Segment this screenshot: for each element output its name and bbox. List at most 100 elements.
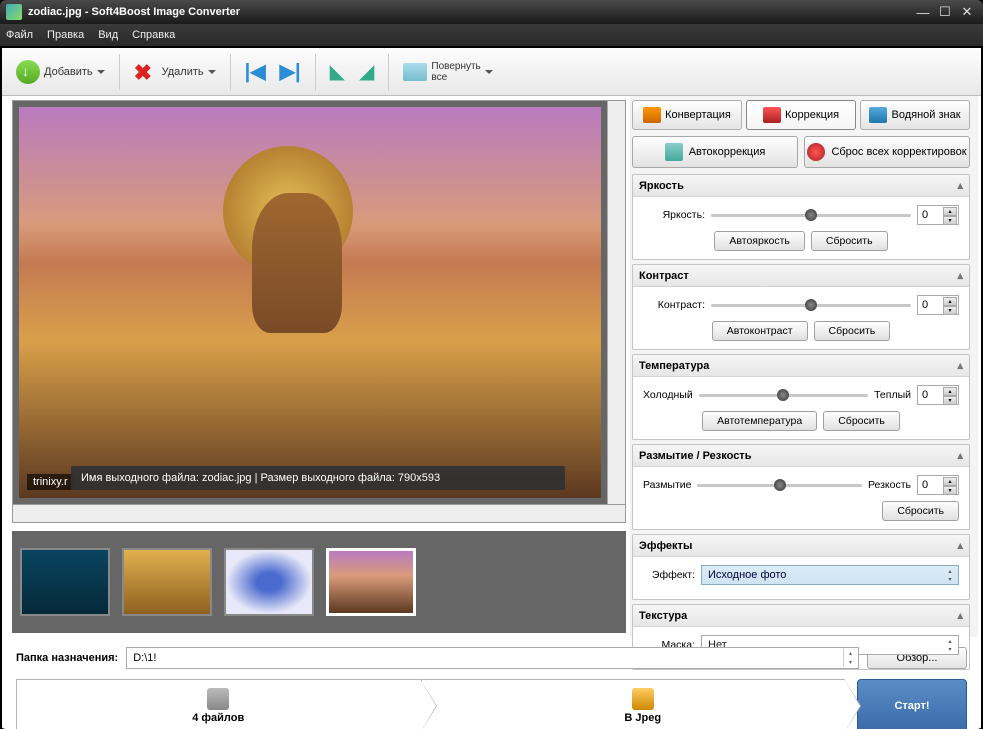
delete-button[interactable]: ✖ Удалить bbox=[130, 56, 220, 88]
auto-temperature-button[interactable]: Автотемпература bbox=[702, 411, 817, 431]
menu-help[interactable]: Справка bbox=[132, 29, 175, 41]
panel-title: Эффекты bbox=[639, 540, 692, 552]
panel-title: Текстура bbox=[639, 610, 687, 622]
folder-icon bbox=[403, 63, 427, 81]
reset-brightness-button[interactable]: Сбросить bbox=[811, 231, 888, 251]
wizard-files-step[interactable]: 4 файлов bbox=[16, 679, 421, 729]
delete-icon: ✖ bbox=[134, 60, 158, 84]
nav-first-button[interactable]: |◀ bbox=[241, 55, 270, 88]
wizard-format-step[interactable]: В Jpeg bbox=[421, 679, 846, 729]
start-button[interactable]: Старт! bbox=[857, 679, 967, 729]
toolbar: Добавить ✖ Удалить |◀ ▶| ◣ ◢ Повернуть в… bbox=[2, 48, 981, 96]
collapse-icon[interactable]: ▴ bbox=[957, 609, 963, 622]
tab-convert[interactable]: Конвертация bbox=[632, 100, 742, 130]
convert-icon bbox=[643, 107, 661, 123]
reset-all-button[interactable]: Сброс всех корректировок bbox=[804, 136, 970, 168]
reset-icon bbox=[807, 143, 825, 161]
sharp-label: Резкость bbox=[868, 479, 911, 491]
destination-value: D:\1! bbox=[133, 652, 156, 664]
files-label: 4 файлов bbox=[192, 712, 244, 724]
brightness-label: Яркость: bbox=[643, 209, 705, 221]
preview-area: trinixy.r Имя выходного файла: zodiac.jp… bbox=[12, 100, 626, 505]
preview-image[interactable]: trinixy.r bbox=[19, 107, 601, 498]
reset-temperature-button[interactable]: Сбросить bbox=[823, 411, 900, 431]
flip-right-button[interactable]: ◢ bbox=[355, 55, 378, 88]
panel-title: Яркость bbox=[639, 180, 684, 192]
watermark-icon bbox=[869, 107, 887, 123]
panel-title: Размытие / Резкость bbox=[639, 450, 751, 462]
delete-label: Удалить bbox=[162, 66, 204, 78]
collapse-icon[interactable]: ▴ bbox=[957, 179, 963, 192]
add-icon bbox=[16, 60, 40, 84]
rotate-all-button[interactable]: Повернуть все bbox=[399, 57, 496, 87]
brightness-value[interactable]: 0▴▾ bbox=[917, 205, 959, 225]
panel-title: Контраст bbox=[639, 270, 689, 282]
collapse-icon[interactable]: ▴ bbox=[957, 359, 963, 372]
temperature-slider[interactable] bbox=[699, 387, 868, 403]
collapse-icon[interactable]: ▴ bbox=[957, 269, 963, 282]
preview-vscrollbar[interactable] bbox=[607, 101, 625, 504]
menu-view[interactable]: Вид bbox=[98, 29, 118, 41]
tab-label: Конвертация bbox=[665, 109, 731, 121]
contrast-value[interactable]: 0▴▾ bbox=[917, 295, 959, 315]
image-watermark: trinixy.r bbox=[27, 474, 74, 490]
autocorrect-button[interactable]: Автокоррекция bbox=[632, 136, 798, 168]
menu-file[interactable]: Файл bbox=[6, 29, 33, 41]
add-label: Добавить bbox=[44, 66, 93, 78]
thumbnail-selected[interactable] bbox=[326, 548, 416, 616]
blur-label: Размытие bbox=[643, 479, 691, 491]
flip-left-button[interactable]: ◣ bbox=[326, 55, 349, 88]
nav-last-button[interactable]: ▶| bbox=[276, 55, 305, 88]
select-value: Исходное фото bbox=[708, 569, 786, 581]
maximize-button[interactable]: ☐ bbox=[935, 4, 955, 20]
bottom-bar: Папка назначения: D:\1!▴▾ Обзор... 4 фай… bbox=[2, 637, 981, 729]
contrast-label: Контраст: bbox=[643, 299, 705, 311]
btn-label: Автокоррекция bbox=[689, 147, 766, 158]
reset-blur-button[interactable]: Сбросить bbox=[882, 501, 959, 521]
close-button[interactable]: ✕ bbox=[957, 4, 977, 20]
collapse-icon[interactable]: ▴ bbox=[957, 449, 963, 462]
temperature-value[interactable]: 0▴▾ bbox=[917, 385, 959, 405]
reset-contrast-button[interactable]: Сбросить bbox=[814, 321, 891, 341]
tab-label: Коррекция bbox=[785, 109, 839, 121]
nav-last-icon: ▶| bbox=[280, 59, 301, 84]
destination-input[interactable]: D:\1!▴▾ bbox=[126, 647, 859, 669]
contrast-slider[interactable] bbox=[711, 297, 911, 313]
cold-label: Холодный bbox=[643, 389, 693, 401]
effect-label: Эффект: bbox=[643, 569, 695, 581]
tab-watermark[interactable]: Водяной знак bbox=[860, 100, 970, 130]
effect-select[interactable]: Исходное фото▴▾ bbox=[701, 565, 959, 585]
blur-value[interactable]: 0▴▾ bbox=[917, 475, 959, 495]
panel-temperature: Температура▴ Холодный Теплый 0▴▾ Автотем… bbox=[632, 354, 970, 440]
flip-left-icon: ◣ bbox=[330, 59, 345, 84]
auto-contrast-button[interactable]: Автоконтраст bbox=[712, 321, 808, 341]
titlebar: zodiac.jpg - Soft4Boost Image Converter … bbox=[0, 0, 983, 24]
menu-edit[interactable]: Правка bbox=[47, 29, 84, 41]
tab-label: Водяной знак bbox=[891, 109, 960, 121]
nav-first-icon: |◀ bbox=[245, 59, 266, 84]
brightness-slider[interactable] bbox=[711, 207, 911, 223]
destination-label: Папка назначения: bbox=[16, 652, 118, 664]
dropdown-icon bbox=[485, 70, 493, 74]
side-tabs: Конвертация Коррекция Водяной знак bbox=[632, 100, 970, 130]
menubar: Файл Правка Вид Справка bbox=[0, 24, 983, 46]
panel-effects: Эффекты ▴ Эффект: Исходное фото▴▾ bbox=[632, 534, 970, 600]
panel-brightness: Яркость ▴ Яркость: 0▴▾ Автояркость Сброси… bbox=[632, 174, 970, 260]
tab-correction[interactable]: Коррекция bbox=[746, 100, 856, 130]
files-icon bbox=[207, 688, 229, 710]
minimize-button[interactable]: — bbox=[913, 4, 933, 20]
preview-hscrollbar[interactable] bbox=[12, 505, 626, 523]
format-icon bbox=[632, 688, 654, 710]
separator bbox=[388, 54, 389, 90]
thumbnail[interactable] bbox=[122, 548, 212, 616]
image-info-overlay: Имя выходного файла: zodiac.jpg | Размер… bbox=[71, 466, 565, 490]
add-button[interactable]: Добавить bbox=[12, 56, 109, 88]
blur-slider[interactable] bbox=[697, 477, 861, 493]
auto-brightness-button[interactable]: Автояркость bbox=[714, 231, 805, 251]
correction-icon bbox=[763, 107, 781, 123]
thumbnail[interactable] bbox=[20, 548, 110, 616]
thumbnail[interactable] bbox=[224, 548, 314, 616]
autocorrect-icon bbox=[665, 143, 683, 161]
warm-label: Теплый bbox=[874, 389, 911, 401]
collapse-icon[interactable]: ▴ bbox=[957, 539, 963, 552]
